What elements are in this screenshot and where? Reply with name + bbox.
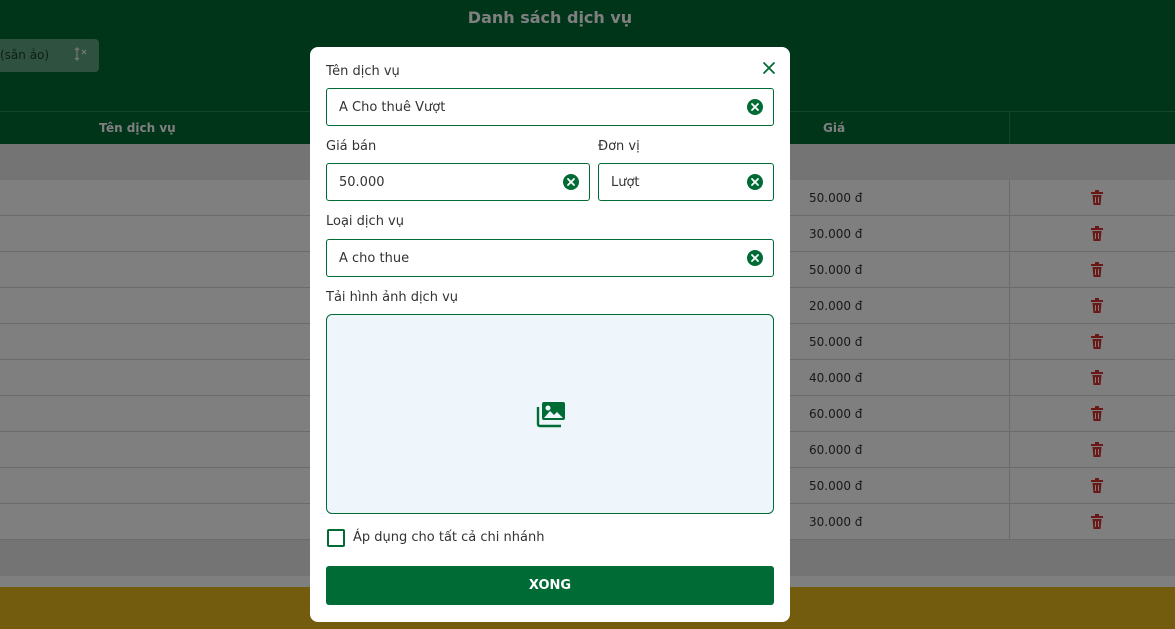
clear-circle-icon[interactable] [747,174,763,190]
close-icon[interactable] [761,60,777,76]
edit-service-dialog: Tên dịch vụ Giá bán Đơn vị Loại dịch vụ [310,47,790,622]
image-upload-area[interactable] [326,314,774,514]
done-button[interactable]: XONG [326,566,774,605]
price-field[interactable] [326,163,590,201]
service-name-input[interactable] [339,89,739,125]
service-type-field[interactable] [326,239,774,277]
service-name-field[interactable] [326,88,774,126]
service-name-label: Tên dịch vụ [326,64,400,79]
images-icon [536,402,565,428]
price-input[interactable] [339,164,554,200]
service-type-label: Loại dịch vụ [326,214,404,229]
apply-all-branches-checkbox[interactable] [327,529,345,547]
clear-circle-icon[interactable] [747,99,763,115]
unit-field[interactable] [598,163,774,201]
unit-input[interactable] [611,164,736,200]
service-type-input[interactable] [339,240,739,276]
apply-all-branches-label[interactable]: Áp dụng cho tất cả chi nhánh [353,530,544,545]
clear-circle-icon[interactable] [747,250,763,266]
clear-circle-icon[interactable] [563,174,579,190]
unit-label: Đơn vị [598,139,640,154]
price-label: Giá bán [326,139,377,154]
image-upload-label: Tải hình ảnh dịch vụ [326,290,459,305]
